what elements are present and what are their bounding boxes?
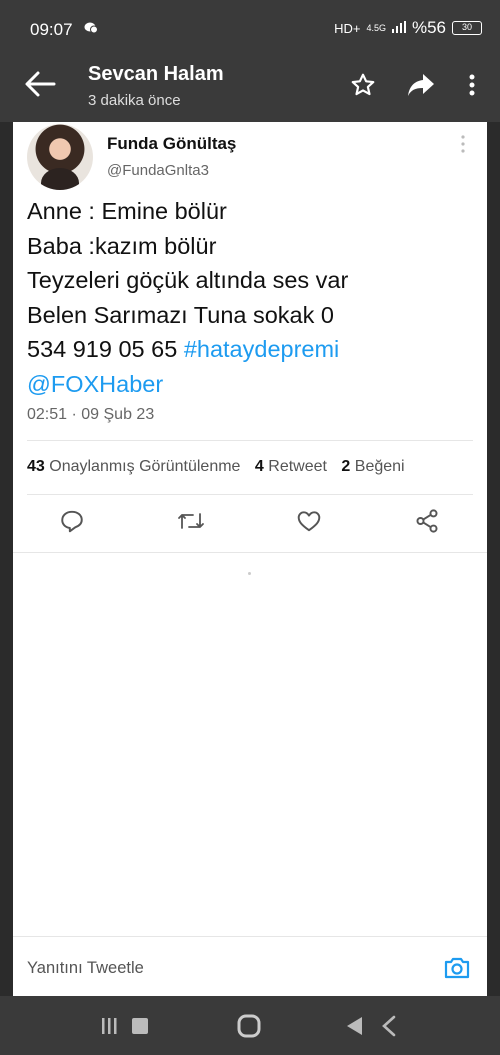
reply-input[interactable]: Yanıtını Tweetle	[27, 959, 144, 978]
avatar[interactable]	[27, 124, 93, 190]
tweet-more-icon[interactable]	[453, 132, 473, 156]
status-indicators: HD+ 4.5G %56 30	[334, 18, 482, 38]
likes-label[interactable]: Beğeni	[355, 458, 405, 475]
status-bar: 09:07 HD+ 4.5G %56 30	[0, 0, 500, 50]
signal-type: 4.5G	[366, 23, 386, 33]
views-label[interactable]: Onaylanmış Görüntülenme	[49, 458, 240, 475]
status-time: 09:07	[30, 20, 73, 39]
battery-icon: 30	[452, 21, 482, 35]
app-bar: Sevcan Halam 3 dakika önce	[0, 50, 500, 122]
conversation-subtitle: 3 dakika önce	[88, 92, 181, 109]
forward-icon[interactable]	[406, 72, 436, 98]
reply-bar[interactable]: Yanıtını Tweetle	[13, 936, 487, 996]
author-handle[interactable]: @FundaGnlta3	[107, 162, 209, 179]
retweets-count: 4	[254, 458, 264, 475]
reply-icon[interactable]	[59, 508, 85, 534]
tweet-line: Baba :kazım bölür	[27, 232, 217, 259]
tweet-stats: 43 Onaylanmış Görüntülenme 4 Retweet 2 B…	[27, 458, 405, 476]
divider	[27, 494, 473, 495]
chat-icon	[84, 22, 98, 37]
loading-dot	[248, 572, 251, 575]
mention-link[interactable]: @FOXHaber	[27, 367, 477, 402]
tweet-line: Anne : Emine bölür	[27, 198, 227, 224]
conversation-title: Sevcan Halam	[88, 63, 224, 85]
system-nav-bar	[0, 996, 500, 1055]
like-heart-icon[interactable]	[296, 508, 322, 534]
tweet-card: Funda Gönültaş @FundaGnlta3 Anne : Emine…	[13, 122, 487, 996]
tweet-timestamp: 02:51 · 09 Şub 23	[27, 406, 155, 423]
tweet-line: Belen Sarımazı Tuna sokak 0	[27, 301, 334, 328]
back-arrow-icon[interactable]	[20, 64, 60, 104]
retweet-icon[interactable]	[177, 508, 204, 534]
tweet-line: Teyzeleri göçük altında ses var	[27, 267, 349, 293]
tweet-text: Anne : Emine bölür Baba :kazım bölür Tey…	[27, 194, 477, 401]
author-name[interactable]: Funda Gönültaş	[107, 134, 236, 154]
star-icon[interactable]	[350, 72, 376, 98]
network-label: HD+	[334, 20, 361, 36]
retweets-label[interactable]: Retweet	[268, 458, 327, 475]
share-icon[interactable]	[414, 508, 440, 534]
back-nav-icon[interactable]	[344, 1014, 402, 1038]
signal-icon	[391, 18, 406, 38]
home-icon[interactable]	[236, 1014, 262, 1038]
tweet-actions	[13, 508, 487, 538]
phone-number: 534 919 05 65	[27, 336, 184, 362]
views-count: 43	[27, 458, 45, 475]
camera-icon[interactable]	[443, 955, 471, 981]
divider	[27, 440, 473, 441]
tweet-line-with-hashtag: 534 919 05 65 #hataydepremi	[27, 332, 477, 367]
more-vertical-icon[interactable]	[462, 72, 482, 98]
battery-percent: %56	[411, 18, 446, 37]
recent-apps-icon[interactable]	[100, 1014, 152, 1038]
hashtag-link[interactable]: #hataydepremi	[184, 336, 339, 362]
likes-count: 2	[341, 458, 351, 475]
divider	[13, 552, 487, 553]
